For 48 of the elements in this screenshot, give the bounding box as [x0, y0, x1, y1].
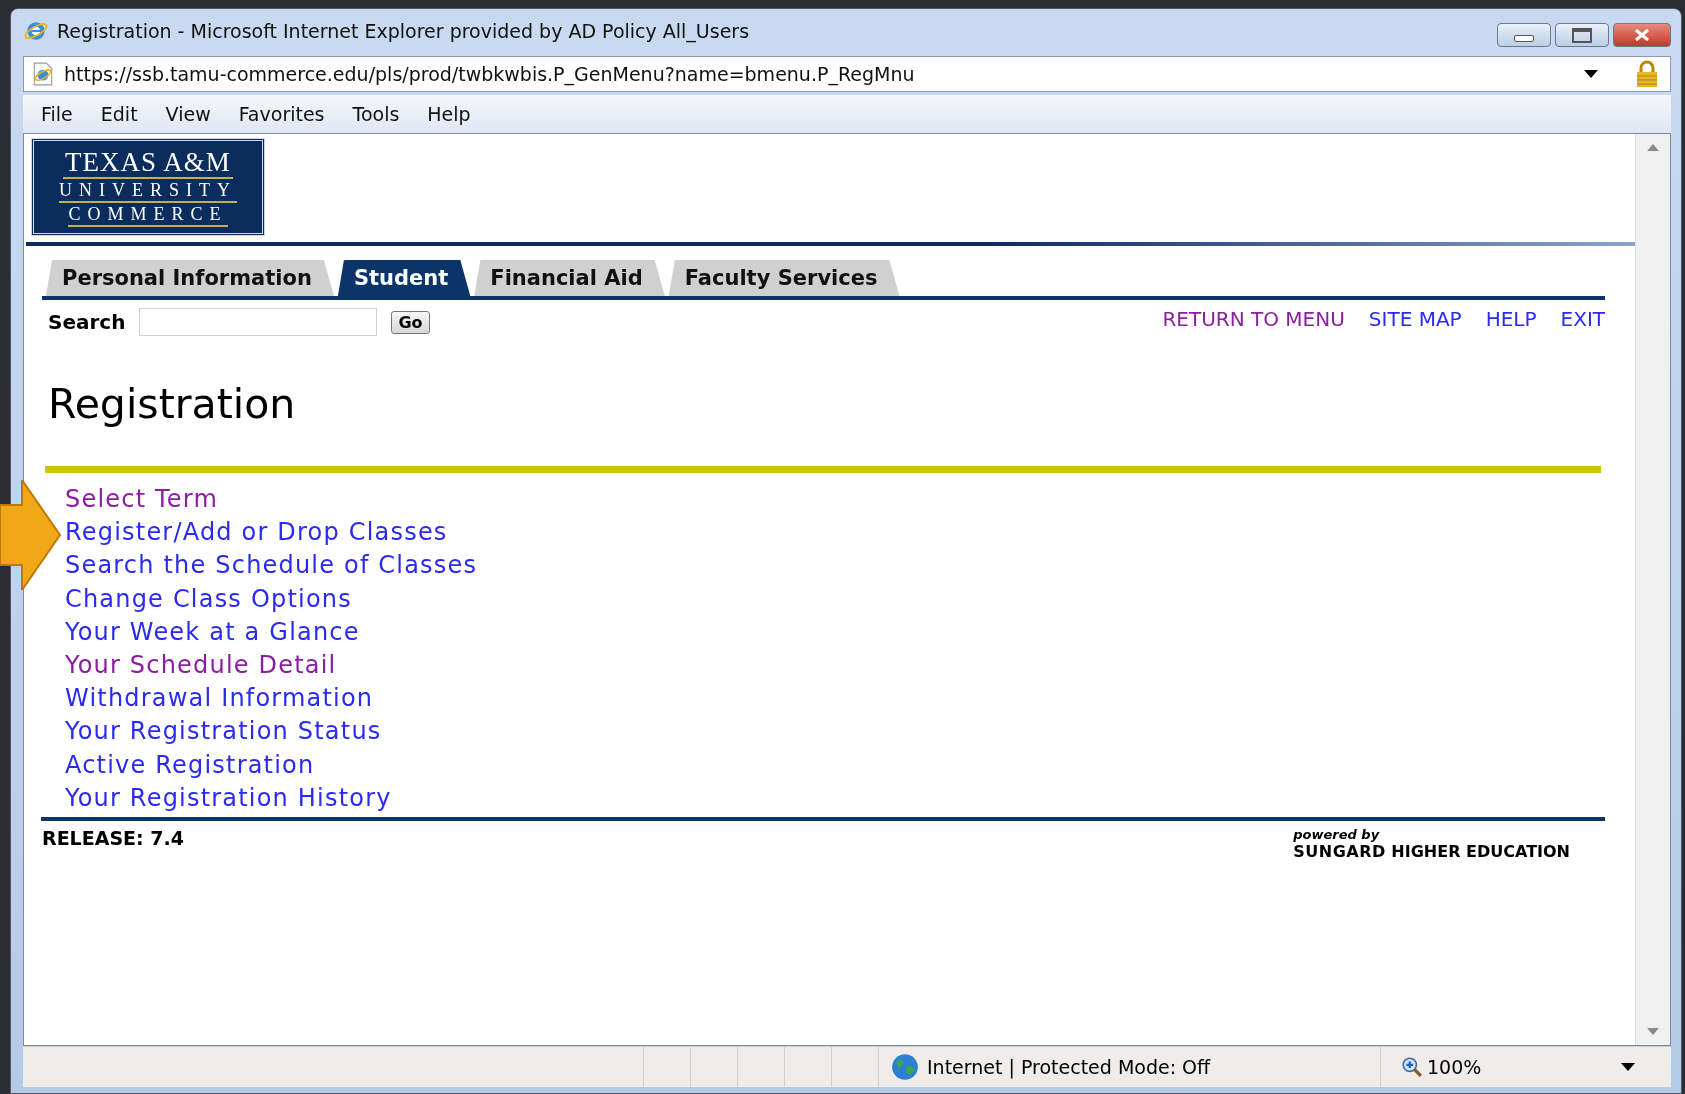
close-button[interactable] [1613, 23, 1671, 47]
page-heading: Registration [48, 380, 297, 428]
scrollbar[interactable] [1635, 134, 1670, 1045]
magnifier-icon [1401, 1056, 1423, 1078]
nav-link[interactable]: RETURN TO MENU [1162, 307, 1345, 331]
minimize-button[interactable] [1497, 23, 1551, 47]
menu-link[interactable]: Select Term [65, 483, 219, 517]
close-icon [1632, 28, 1652, 42]
menu-link[interactable]: Register/Add or Drop Classes [65, 516, 448, 550]
nav-link[interactable]: SITE MAP [1368, 307, 1462, 331]
tab[interactable]: Personal Information [46, 260, 334, 296]
maximize-button[interactable] [1555, 23, 1609, 47]
menu-link[interactable]: Search the Schedule of Classes [65, 549, 478, 583]
menu-item[interactable]: View [151, 103, 225, 125]
scroll-up-icon[interactable] [1647, 144, 1659, 151]
search-label: Search [48, 310, 126, 334]
sungard-logo: powered by SUNGARD HIGHER EDUCATION [1293, 827, 1570, 862]
menu-item[interactable]: Edit [86, 103, 152, 125]
lock-icon[interactable] [1634, 60, 1660, 88]
release-label: RELEASE: 7.4 [42, 827, 184, 852]
tab[interactable]: Faculty Services [668, 260, 900, 296]
menu-item[interactable]: Tools [338, 103, 414, 125]
address-bar[interactable]: https://ssb.tamu-commerce.edu/pls/prod/twbkwbis.P_GenMenu?name=bmenu.P_RegMnu [23, 56, 1671, 92]
tab[interactable]: Student [337, 260, 471, 296]
scroll-down-icon[interactable] [1647, 1028, 1659, 1035]
security-zone-label: Internet | Protected Mode: Off [927, 1056, 1211, 1078]
zoom-button[interactable]: 100% [1401, 1056, 1482, 1078]
menu-item[interactable]: Favorites [224, 103, 339, 125]
menu-link[interactable]: Your Week at a Glance [65, 615, 360, 649]
menu-link[interactable]: Your Schedule Detail [65, 649, 337, 683]
search-field[interactable] [139, 308, 378, 336]
page-icon [32, 62, 54, 86]
dropdown-icon[interactable] [1621, 1063, 1635, 1071]
go-button[interactable]: Go [391, 310, 430, 334]
menu-item[interactable]: File [27, 103, 87, 125]
globe-icon [891, 1053, 919, 1081]
nav-link[interactable]: EXIT [1560, 307, 1605, 331]
university-logo[interactable]: TEXAS A&M UNIVERSITY COMMERCE [31, 138, 265, 236]
menu-link[interactable]: Change Class Options [65, 582, 352, 616]
menu-link[interactable]: Your Registration Status [65, 715, 382, 749]
menu-link[interactable]: Active Registration [65, 748, 315, 782]
tab[interactable]: Financial Aid [474, 260, 665, 296]
nav-link[interactable]: HELP [1485, 307, 1537, 331]
menu-link[interactable]: Withdrawal Information [65, 682, 374, 716]
dropdown-icon[interactable] [1584, 70, 1598, 78]
menu-item[interactable]: Help [413, 103, 485, 125]
window-title: Registration - Microsoft Internet Explorer provided by AD Policy All_Users [57, 20, 751, 42]
menu-link[interactable]: Your Registration History [65, 781, 392, 816]
